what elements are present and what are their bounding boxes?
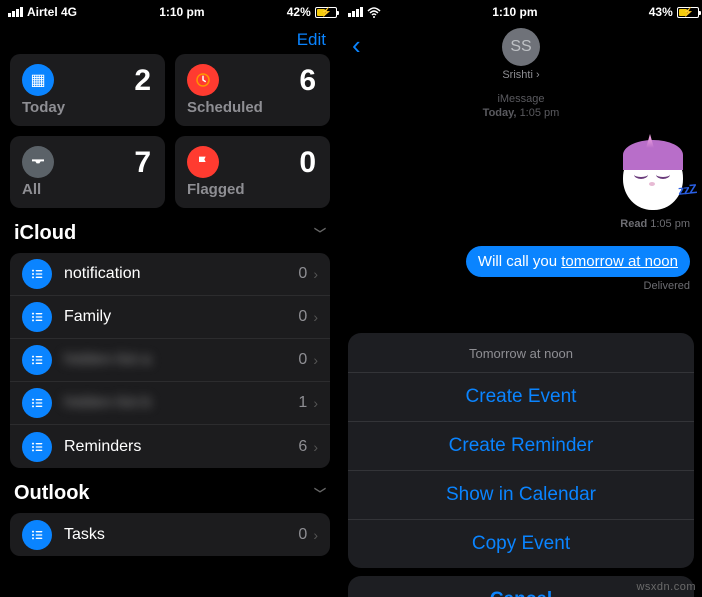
section-header-icloud[interactable]: iCloud ﹀: [0, 208, 340, 253]
list-item-label: Family: [64, 308, 298, 326]
back-button[interactable]: ‹: [352, 30, 361, 61]
list-item[interactable]: Tasks0 ›: [10, 513, 330, 556]
chevron-right-icon: ›: [313, 395, 318, 411]
list-item-label: Reminders: [64, 438, 298, 456]
chevron-right-icon: ›: [313, 309, 318, 325]
list-item-count: 0: [298, 351, 307, 369]
edit-button[interactable]: Edit: [297, 30, 326, 50]
status-time: 1:10 pm: [381, 5, 649, 19]
messages-app: 1:10 pm 43% ⚡ ‹ SS Srishti › iMessage To…: [340, 0, 702, 597]
contact-info[interactable]: SS Srishti ›: [502, 28, 540, 81]
chevron-down-icon: ﹀: [314, 225, 326, 242]
action-create-reminder[interactable]: Create Reminder: [348, 422, 694, 471]
list-item[interactable]: notification0 ›: [10, 253, 330, 296]
list-item-count: 6: [298, 438, 307, 456]
list-icon: [22, 432, 52, 462]
tile-count: 7: [134, 146, 151, 180]
status-time: 1:10 pm: [77, 5, 287, 19]
section-title: Outlook: [14, 482, 90, 505]
tile-count: 0: [299, 146, 316, 180]
list-icon: [22, 388, 52, 418]
action-sheet-group: Tomorrow at noon Create Event Create Rem…: [348, 333, 694, 568]
conversation-header: ‹ SS Srishti ›: [340, 24, 702, 88]
list-icon: [22, 520, 52, 550]
list-item[interactable]: Family0 ›: [10, 296, 330, 339]
clock-icon: [187, 64, 219, 96]
signal-icon: [348, 7, 363, 17]
tile-count: 6: [299, 64, 316, 98]
list-item[interactable]: Reminders6 ›: [10, 425, 330, 468]
data-detector-link[interactable]: tomorrow at noon: [561, 253, 678, 270]
tile-count: 2: [134, 64, 151, 98]
section-header-outlook[interactable]: Outlook ﹀: [0, 468, 340, 513]
tile-all[interactable]: 7 All: [10, 136, 165, 208]
list-item-label: hidden-list-b: [64, 394, 298, 412]
watermark: wsxdn.com: [636, 581, 696, 593]
list-item-label: Tasks: [64, 526, 298, 544]
list-item-count: 0: [298, 526, 307, 544]
list-icon: [22, 259, 52, 289]
tile-today[interactable]: ▦ 2 Today: [10, 54, 165, 126]
status-bar: 1:10 pm 43% ⚡: [340, 0, 702, 24]
list-icloud: notification0›Family0›hidden-list-a0›hid…: [10, 253, 330, 468]
list-icon: [22, 345, 52, 375]
wifi-icon: [367, 7, 381, 18]
action-create-event[interactable]: Create Event: [348, 373, 694, 422]
list-icon: [22, 302, 52, 332]
memoji-sticker[interactable]: zzZ: [616, 140, 690, 214]
chevron-right-icon: ›: [313, 439, 318, 455]
list-item-label: notification: [64, 265, 298, 283]
calendar-icon: ▦: [22, 64, 54, 96]
list-outlook: Tasks0 ›: [10, 513, 330, 556]
action-sheet-title: Tomorrow at noon: [348, 333, 694, 373]
status-bar: Airtel 4G 1:10 pm 42% ⚡: [0, 0, 340, 24]
thread-timestamp: iMessage Today, 1:05 pm: [352, 92, 690, 120]
message-text: Will call you: [478, 253, 561, 270]
action-show-in-calendar[interactable]: Show in Calendar: [348, 471, 694, 520]
tile-label: Today: [22, 99, 65, 116]
list-item-count: 0: [298, 265, 307, 283]
chevron-right-icon: ›: [313, 266, 318, 282]
section-title: iCloud: [14, 222, 76, 245]
charging-icon: ⚡: [321, 7, 332, 18]
carrier-label: Airtel 4G: [27, 5, 77, 19]
list-item[interactable]: hidden-list-a0 ›: [10, 339, 330, 382]
tile-scheduled[interactable]: 6 Scheduled: [175, 54, 330, 126]
avatar: SS: [502, 28, 540, 66]
reminders-app: Airtel 4G 1:10 pm 42% ⚡ Edit ▦ 2 Today 6…: [0, 0, 340, 597]
signal-icon: [8, 7, 23, 17]
battery-pct: 43%: [649, 5, 673, 19]
flag-icon: [187, 146, 219, 178]
chevron-right-icon: ›: [313, 527, 318, 543]
battery-pct: 42%: [287, 5, 311, 19]
chevron-down-icon: ﹀: [314, 485, 326, 502]
tile-label: Flagged: [187, 181, 245, 198]
list-item-count: 1: [298, 394, 307, 412]
read-receipt: Read 1:05 pm: [620, 218, 690, 230]
chevron-right-icon: ›: [313, 352, 318, 368]
list-item[interactable]: hidden-list-b1 ›: [10, 382, 330, 425]
tile-flagged[interactable]: 0 Flagged: [175, 136, 330, 208]
contact-name: Srishti ›: [502, 69, 540, 81]
summary-tiles: ▦ 2 Today 6 Scheduled 7 All 0 Flagged: [0, 54, 340, 208]
delivered-label: Delivered: [644, 280, 690, 292]
action-sheet: Tomorrow at noon Create Event Create Rem…: [348, 333, 694, 597]
message-bubble[interactable]: Will call you tomorrow at noon: [466, 246, 690, 277]
tile-label: All: [22, 181, 41, 198]
list-item-label: hidden-list-a: [64, 351, 298, 369]
inbox-icon: [22, 146, 54, 178]
action-copy-event[interactable]: Copy Event: [348, 520, 694, 568]
charging-icon: ⚡: [683, 7, 694, 18]
tile-label: Scheduled: [187, 99, 263, 116]
list-item-count: 0: [298, 308, 307, 326]
